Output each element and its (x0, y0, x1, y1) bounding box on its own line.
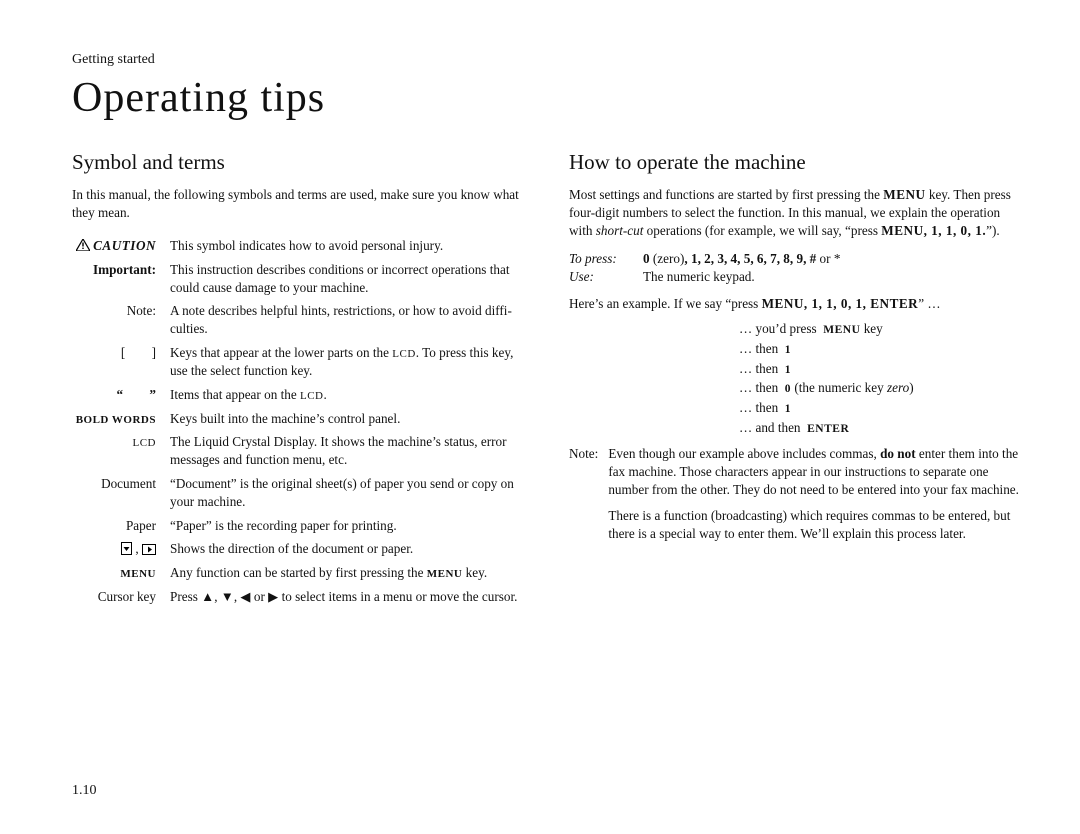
definition-term: “ ” (72, 383, 170, 407)
operate-intro: Most settings and functions are started … (569, 186, 1020, 239)
menu-key: MENU (883, 187, 925, 202)
definition-desc: Press ▲, ▼, ◀ or ▶ to select items in a … (170, 585, 523, 609)
definition-desc: This instruction describes conditions or… (170, 258, 523, 300)
definition-desc: “Document” is the original sheet(s) of p… (170, 472, 523, 514)
definition-term: MENU (72, 561, 170, 585)
to-press-label: To press: (569, 250, 633, 268)
definition-desc: Shows the direction of the document or p… (170, 537, 523, 561)
col-symbol-and-terms: Symbol and terms In this manual, the fol… (72, 148, 523, 609)
do-not: do not (880, 446, 916, 461)
running-head: Getting started (72, 52, 1020, 68)
definition-desc: A note describes helpful hints, restrict… (170, 299, 523, 341)
definition-row: MENUAny function can be started by first… (72, 561, 523, 585)
press-use-block: To press: 0 (zero), 1, 2, 3, 4, 5, 6, 7,… (569, 250, 1020, 286)
definition-term: CAUTION (72, 234, 170, 258)
note-p2: There is a function (broadcasting) which… (608, 507, 1020, 543)
heading-symbol: Symbol and terms (72, 148, 523, 176)
definition-term: BOLD WORDS (72, 407, 170, 431)
definition-desc: Keys built into the machine’s control pa… (170, 407, 523, 431)
definitions-table: CAUTIONThis symbol indicates how to avoi… (72, 234, 523, 609)
note-p1: Even though our example above includes c… (608, 445, 1020, 498)
key-sequence: MENU, 1, 1, 0, 1, ENTER (762, 296, 919, 311)
definition-desc: Items that appear on the LCD. (170, 383, 523, 407)
page-landscape-icon (142, 544, 156, 555)
definition-row: CAUTIONThis symbol indicates how to avoi… (72, 234, 523, 258)
col-how-to-operate: How to operate the machine Most settings… (569, 148, 1020, 609)
text: Even though our example above includes c… (608, 446, 880, 461)
definition-term: Document (72, 472, 170, 514)
example-steps: … you’d press MENU key… then 1… then 1… … (739, 319, 1020, 437)
use-label: Use: (569, 268, 633, 286)
definition-row: Important:This instruction describes con… (72, 258, 523, 300)
text: 0 (643, 251, 650, 266)
definition-row: “ ”Items that appear on the LCD. (72, 383, 523, 407)
text: operations (for example, we will say, “p… (643, 223, 881, 238)
definition-desc: “Paper” is the recording paper for print… (170, 514, 523, 538)
definition-term: Cursor key (72, 585, 170, 609)
definition-term: , (72, 537, 170, 561)
step-line: … then 1 (739, 398, 1020, 418)
definition-desc: This symbol indicates how to avoid perso… (170, 234, 523, 258)
text: , 1, 2, 3, 4, 5, 6, 7, 8, 9, # (684, 251, 816, 266)
text: (zero) (650, 251, 685, 266)
text: ”). (986, 223, 1000, 238)
symbol-intro: In this manual, the following symbols an… (72, 186, 523, 222)
definition-desc: Any function can be started by first pre… (170, 561, 523, 585)
definition-row: [ ]Keys that appear at the lower parts o… (72, 341, 523, 383)
use-value: The numeric keypad. (643, 268, 755, 286)
text: Most settings and functions are started … (569, 187, 883, 202)
definition-row: Note:A note describes helpful hints, res… (72, 299, 523, 341)
definition-desc: Keys that appear at the lower parts on t… (170, 341, 523, 383)
step-line: … and then ENTER (739, 418, 1020, 438)
definition-desc: The Liquid Crystal Display. It shows the… (170, 430, 523, 472)
definition-row: Document“Document” is the original sheet… (72, 472, 523, 514)
definition-row: LCDThe Liquid Crystal Display. It shows … (72, 430, 523, 472)
manual-page: Getting started Operating tips Symbol an… (0, 0, 1080, 649)
definition-term: Important: (72, 258, 170, 300)
example-lead: Here’s an example. If we say “press MENU… (569, 295, 1020, 313)
operate-note: Note: Even though our example above incl… (569, 445, 1020, 542)
step-line: … then 1 (739, 339, 1020, 359)
heading-operate: How to operate the machine (569, 148, 1020, 176)
definition-term: Note: (72, 299, 170, 341)
definition-row: BOLD WORDSKeys built into the machine’s … (72, 407, 523, 431)
note-label: Note: (569, 445, 598, 542)
page-number: 1.10 (72, 783, 97, 799)
to-press-value: 0 (zero), 1, 2, 3, 4, 5, 6, 7, 8, 9, # o… (643, 250, 840, 268)
definition-row: , Shows the direction of the document or… (72, 537, 523, 561)
warning-icon (76, 239, 90, 251)
definition-row: Paper“Paper” is the recording paper for … (72, 514, 523, 538)
definition-term: [ ] (72, 341, 170, 383)
key-sequence: MENU, 1, 1, 0, 1. (881, 223, 986, 238)
text: Here’s an example. If we say “press (569, 296, 762, 311)
definition-term: LCD (72, 430, 170, 472)
page-portrait-icon (121, 542, 132, 555)
definition-row: Cursor keyPress ▲, ▼, ◀ or ▶ to select i… (72, 585, 523, 609)
page-title: Operating tips (72, 74, 1020, 122)
step-line: … you’d press MENU key (739, 319, 1020, 339)
definition-term: Paper (72, 514, 170, 538)
step-line: … then 1 (739, 359, 1020, 379)
shortcut-term: short-cut (596, 223, 644, 238)
text: ” … (918, 296, 940, 311)
text: or * (816, 251, 840, 266)
step-line: … then 0 (the numeric key zero) (739, 378, 1020, 398)
